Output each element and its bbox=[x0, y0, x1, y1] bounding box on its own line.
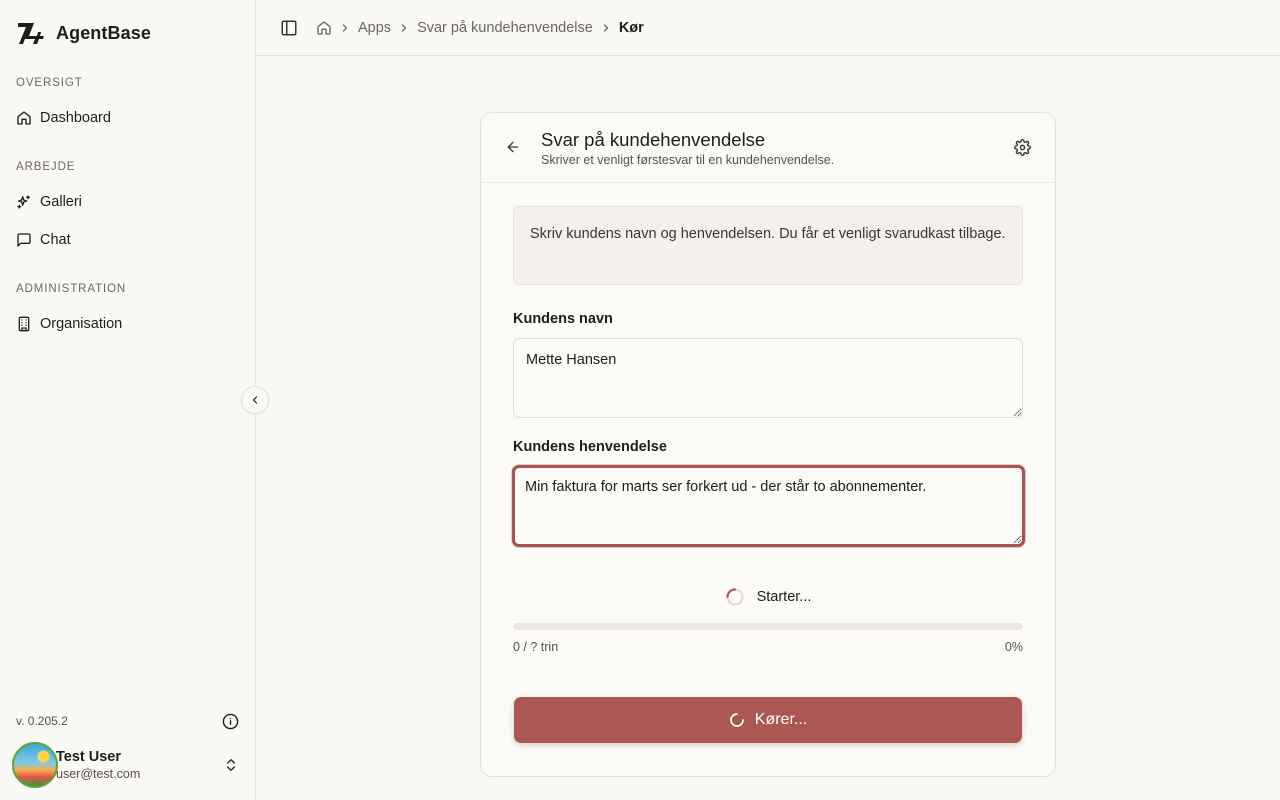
chevrons-up-down-icon bbox=[227, 759, 235, 771]
breadcrumb: Apps Svar på kundehenvendelse Kør bbox=[316, 17, 644, 39]
topbar: Apps Svar på kundehenvendelse Kør bbox=[256, 0, 1280, 56]
breadcrumb-current: Kør bbox=[618, 20, 644, 36]
chevron-right-icon bbox=[401, 24, 407, 32]
run-status: Starter... bbox=[481, 585, 1055, 609]
chevron-right-icon bbox=[603, 24, 608, 32]
app-run-card: Svar på kundehenvendelse Skriver et venl… bbox=[480, 112, 1056, 777]
status-text: Starter... bbox=[756, 589, 812, 605]
sidebar-item-organisation[interactable]: Organisation bbox=[8, 308, 246, 340]
user-name: Test User bbox=[56, 748, 122, 765]
progress-percent: 0% bbox=[1004, 640, 1023, 654]
sidebar-item-label: Galleri bbox=[40, 194, 82, 210]
sidebar-item-label: Chat bbox=[40, 232, 71, 248]
progress-steps: 0 / ? trin bbox=[513, 640, 559, 654]
panel-left-icon[interactable] bbox=[280, 19, 298, 37]
sidebar-item-dashboard[interactable]: Dashboard bbox=[8, 102, 246, 134]
sidebar-item-label: Dashboard bbox=[40, 110, 111, 126]
customer-name-label: Kundens navn bbox=[513, 311, 613, 327]
building-icon bbox=[18, 316, 30, 332]
section-label-arbejde: ARBEJDE bbox=[16, 161, 76, 173]
section-label-oversigt: OVERSIGT bbox=[16, 77, 83, 89]
card-header: Svar på kundehenvendelse Skriver et venl… bbox=[481, 113, 1055, 183]
run-button-label: Kører... bbox=[754, 711, 808, 728]
customer-inquiry-label: Kundens henvendelse bbox=[513, 439, 667, 455]
customer-name-field[interactable]: Mette Hansen bbox=[513, 338, 1023, 418]
sidebar-item-label: Organisation bbox=[40, 316, 123, 332]
run-button[interactable]: Kører... bbox=[514, 697, 1022, 743]
home-icon[interactable] bbox=[316, 20, 332, 36]
agentbase-logo-icon bbox=[18, 23, 44, 44]
page-subtitle: Skriver et venligt førstesvar til en kun… bbox=[541, 153, 835, 167]
customer-inquiry-field[interactable]: Min faktura for marts ser forkert ud - d… bbox=[512, 465, 1025, 547]
progress-bar bbox=[513, 623, 1023, 630]
brand[interactable]: AgentBase bbox=[16, 20, 151, 46]
sparkles-icon bbox=[17, 195, 30, 209]
sidebar-item-chat[interactable]: Chat bbox=[8, 224, 246, 256]
chevron-right-icon bbox=[342, 24, 348, 32]
loader-icon bbox=[729, 713, 744, 727]
avatar bbox=[12, 742, 58, 788]
chevron-left-icon bbox=[252, 396, 258, 404]
collapse-sidebar-button[interactable] bbox=[241, 386, 269, 414]
spinner-icon bbox=[726, 588, 744, 606]
user-menu[interactable]: Test User user@test.com bbox=[12, 740, 248, 790]
home-icon bbox=[17, 111, 31, 125]
message-square-icon bbox=[17, 233, 31, 247]
breadcrumb-app[interactable]: Svar på kundehenvendelse bbox=[417, 20, 593, 36]
sidebar-item-galleri[interactable]: Galleri bbox=[8, 186, 246, 218]
sidebar: AgentBase OVERSIGT Dashboard ARBEJDE Gal… bbox=[0, 0, 256, 800]
instructions-box: Skriv kundens navn og henvendelsen. Du f… bbox=[513, 206, 1023, 285]
gear-icon[interactable] bbox=[1014, 139, 1031, 156]
arrow-left-icon[interactable] bbox=[505, 139, 521, 155]
app-name: AgentBase bbox=[56, 22, 151, 43]
app-version: v. 0.205.2 bbox=[16, 714, 68, 728]
section-label-administration: ADMINISTRATION bbox=[16, 283, 127, 295]
info-icon[interactable] bbox=[222, 713, 239, 730]
page-title: Svar på kundehenvendelse bbox=[541, 129, 766, 150]
user-email: user@test.com bbox=[56, 766, 141, 781]
breadcrumb-apps[interactable]: Apps bbox=[358, 20, 391, 36]
